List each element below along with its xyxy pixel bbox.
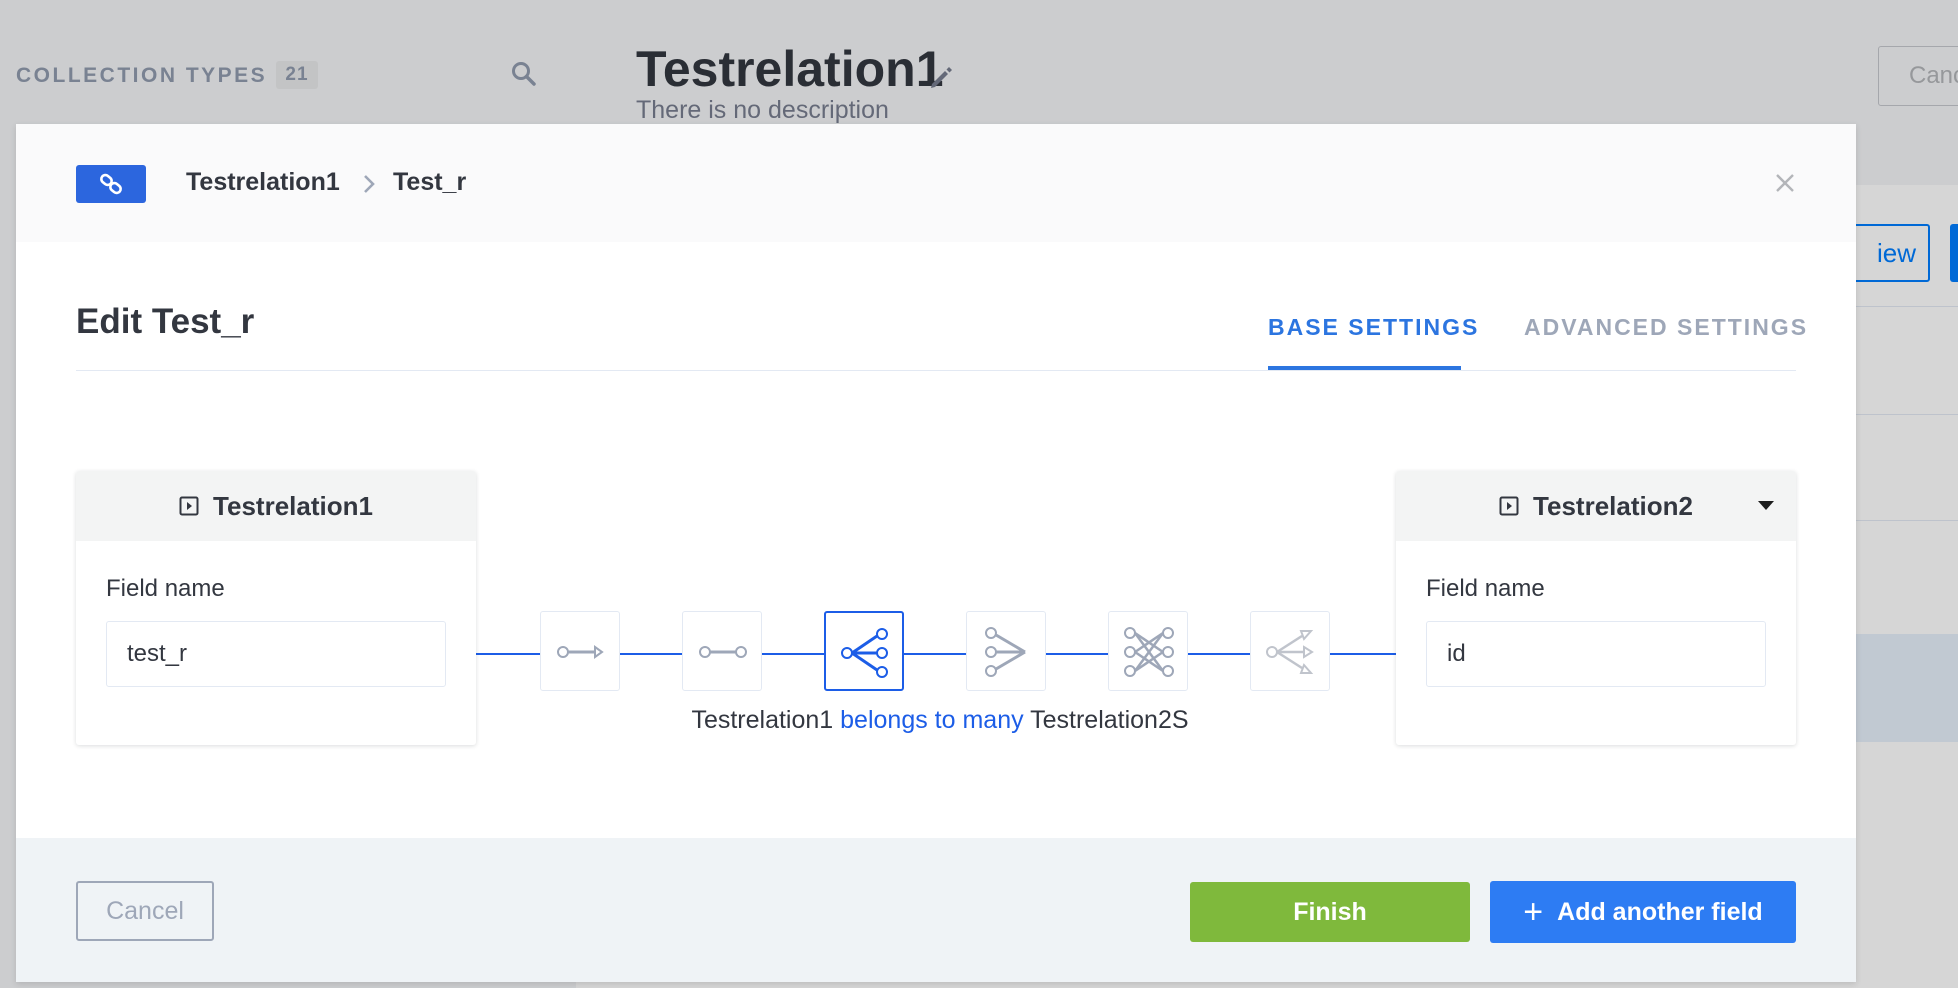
add-another-field-button[interactable]: + Add another field — [1490, 881, 1796, 943]
modal-title: Edit Test_r — [76, 302, 255, 341]
relation-description: Testrelation1 belongs to many Testrelati… — [556, 706, 1324, 735]
target-field-name-input[interactable] — [1426, 621, 1766, 687]
modal-footer: Cancel Finish + Add another field — [16, 838, 1856, 982]
active-tab-indicator — [1268, 366, 1461, 370]
caret-down-icon[interactable] — [1758, 501, 1774, 510]
plus-icon: + — [1523, 893, 1544, 931]
source-field-name-input[interactable] — [106, 621, 446, 687]
one-to-many-icon — [841, 628, 888, 678]
add-another-field-label: Add another field — [1557, 897, 1763, 926]
target-content-type-name: Testrelation2 — [1533, 490, 1693, 521]
modal-header: Testrelation1 Test_r — [16, 124, 1856, 242]
relation-caption-target: Testrelation2S — [1030, 706, 1189, 734]
one-way-icon — [557, 645, 604, 659]
source-content-type-name: Testrelation1 — [213, 490, 373, 521]
finish-button[interactable]: Finish — [1190, 882, 1470, 942]
tabs-divider — [76, 370, 1796, 371]
target-content-type-card: Testrelation2 Field name — [1396, 471, 1796, 745]
card-header: Testrelation1 — [76, 471, 476, 541]
relation-many-to-one-button[interactable] — [966, 611, 1046, 691]
chevron-right-icon — [364, 175, 375, 193]
relation-caption-source: Testrelation1 — [691, 706, 834, 734]
many-to-many-icon — [1124, 627, 1174, 677]
breadcrumb-current: Test_r — [393, 168, 467, 196]
relation-one-to-many-button[interactable] — [824, 611, 904, 691]
relation-many-to-many-button[interactable] — [1108, 611, 1188, 691]
source-content-type-card: Testrelation1 Field name — [76, 471, 476, 745]
close-icon[interactable] — [1768, 166, 1802, 200]
relation-one-way-button[interactable] — [540, 611, 620, 691]
relation-caption-type: belongs to many — [840, 706, 1024, 734]
many-way-icon — [1266, 630, 1314, 674]
card-header[interactable]: Testrelation2 — [1396, 471, 1796, 541]
breadcrumb-parent: Testrelation1 — [186, 168, 340, 196]
edit-relation-modal: Testrelation1 Test_r Edit Test_r BASE SE… — [16, 124, 1856, 982]
content-type-icon — [1499, 496, 1519, 516]
link-icon — [100, 173, 122, 195]
relation-one-to-one-button[interactable] — [682, 611, 762, 691]
relation-type-badge — [76, 165, 146, 203]
cancel-button[interactable]: Cancel — [76, 881, 214, 941]
tab-base-settings[interactable]: BASE SETTINGS — [1268, 314, 1479, 341]
relation-many-way-button[interactable] — [1250, 611, 1330, 691]
target-field-label: Field name — [1426, 575, 1545, 602]
one-to-one-icon — [699, 646, 747, 658]
many-to-one-icon — [985, 627, 1026, 677]
content-type-icon — [179, 496, 199, 516]
tab-advanced-settings[interactable]: ADVANCED SETTINGS — [1524, 314, 1808, 341]
source-field-label: Field name — [106, 575, 225, 602]
